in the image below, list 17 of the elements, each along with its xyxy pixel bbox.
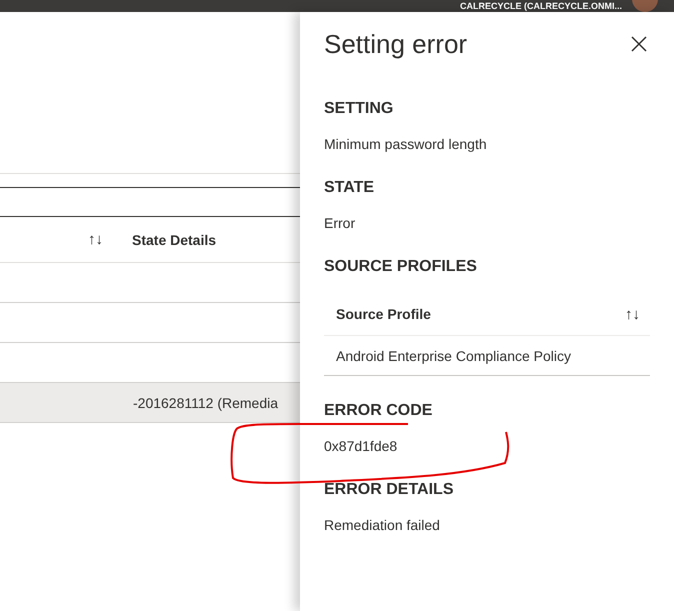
section-value: Minimum password length — [324, 135, 488, 153]
sort-icon[interactable]: ↑↓ — [88, 231, 112, 248]
column-header[interactable]: Source Profile — [336, 306, 431, 322]
panel-title: Setting error — [324, 28, 468, 60]
section-heading: SOURCE PROFILES — [324, 257, 478, 277]
column-header[interactable]: State Details — [132, 232, 216, 248]
section-heading: ERROR CODE — [324, 401, 434, 421]
table-cell: Android Enterprise Compliance Policy — [336, 348, 571, 364]
sort-icon[interactable]: ↑↓ — [625, 306, 640, 322]
table-row[interactable]: -2016281112 (Remedia — [0, 383, 300, 423]
section-value: 0x87d1fde8 — [324, 437, 398, 455]
section-value: Error — [324, 214, 356, 232]
table-cell: -2016281112 (Remedia — [133, 394, 278, 410]
section-heading: ERROR DETAILS — [324, 480, 454, 500]
section-heading: SETTING — [324, 99, 394, 119]
section-value: Remediation failed — [324, 516, 441, 534]
section-heading: STATE — [324, 178, 376, 198]
